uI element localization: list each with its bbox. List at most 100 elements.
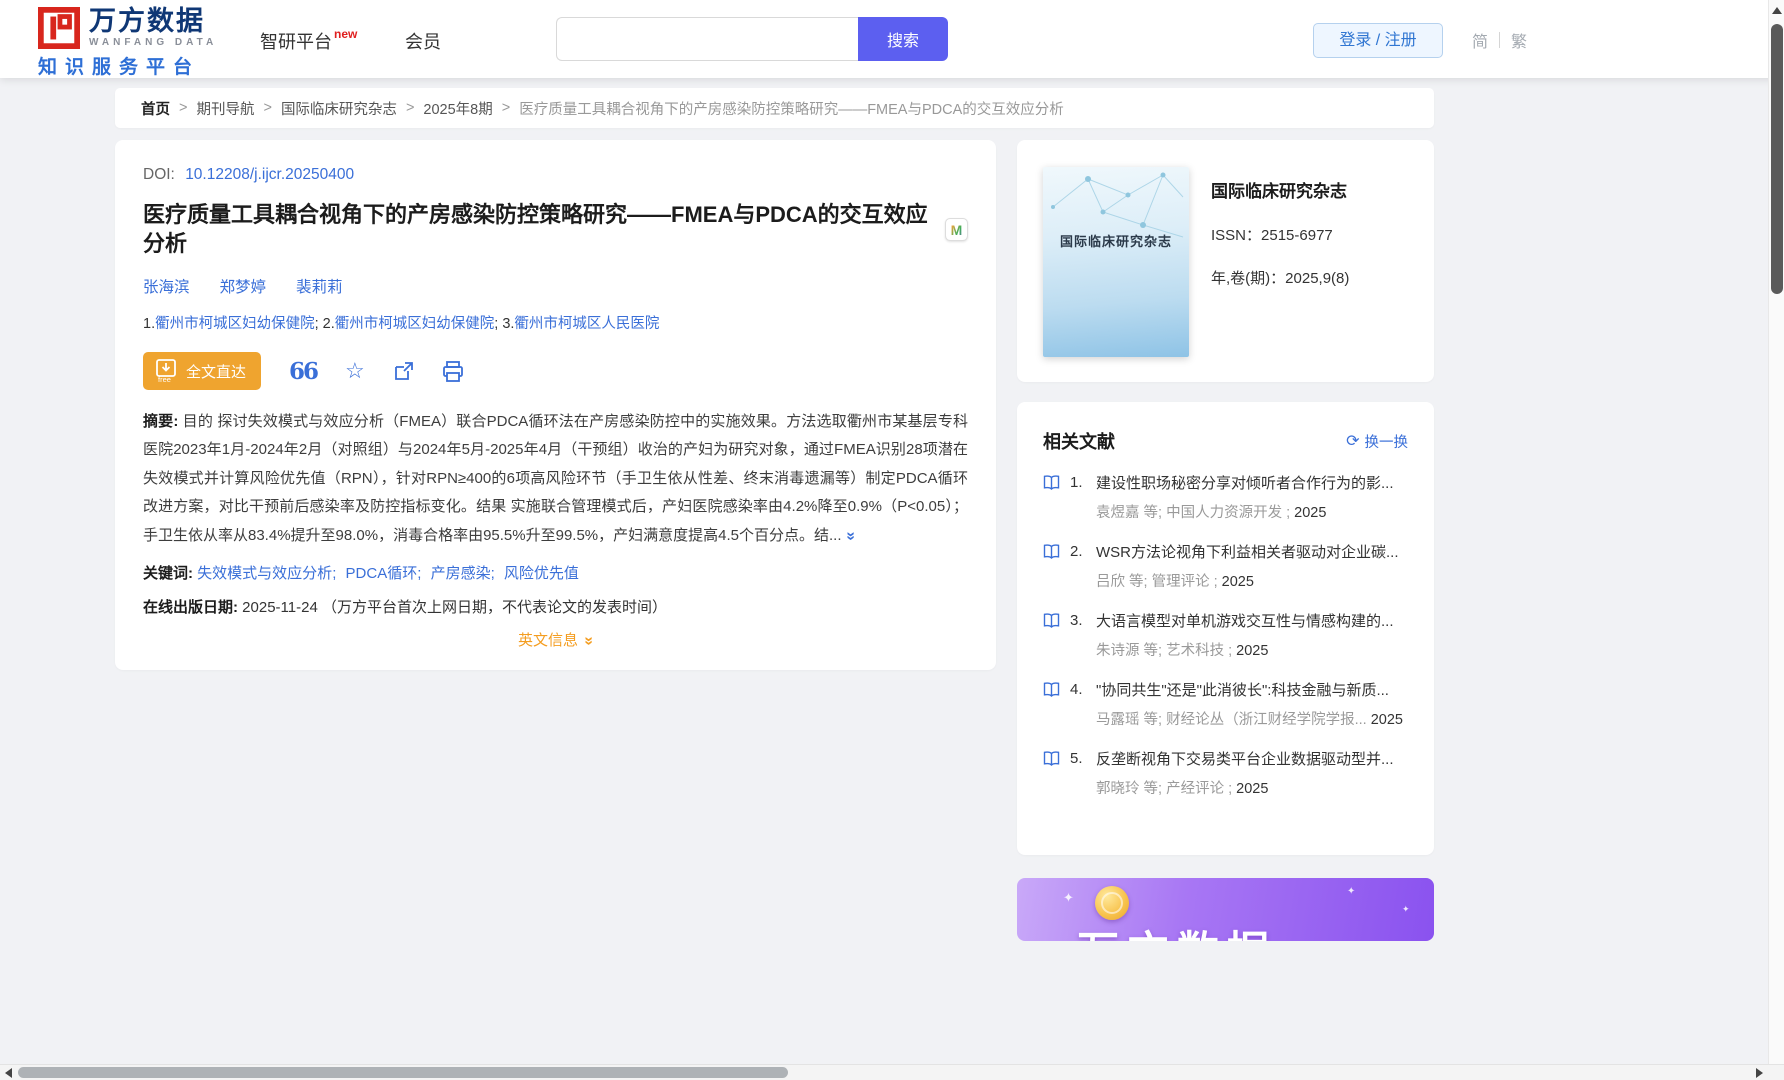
book-icon [1043, 751, 1060, 766]
lang-traditional[interactable]: 繁 [1511, 28, 1527, 52]
sparkle-icon: ✦ [1347, 886, 1356, 897]
keywords-label: 关键词: [143, 565, 193, 583]
book-icon [1043, 613, 1060, 628]
language-switch: 简 繁 [1472, 28, 1527, 52]
list-item: 5. 反垄断视角下交易类平台企业数据驱动型并... 郭晓玲 等; 产经评论 ; … [1043, 748, 1408, 802]
coin-icon [1095, 886, 1129, 920]
login-register-button[interactable]: 登录 / 注册 [1313, 23, 1443, 58]
english-info-expand-icon: » [580, 636, 598, 646]
affiliation-index: 3. [502, 316, 515, 333]
list-item: 2. WSR方法论视角下利益相关者驱动对企业碳... 吕欣 等; 管理评论 ; … [1043, 541, 1408, 595]
search-button[interactable]: 搜索 [858, 17, 948, 61]
breadcrumb-journal-nav[interactable]: 期刊导航 [196, 98, 254, 119]
author-link[interactable]: 郑梦婷 [220, 275, 267, 297]
share-export-icon[interactable] [393, 361, 414, 382]
book-icon [1043, 682, 1060, 697]
online-date-label: 在线出版日期: [143, 599, 238, 617]
related-title: 相关文献 [1043, 432, 1115, 452]
horizontal-scroll-thumb[interactable] [18, 1067, 788, 1078]
vertical-scroll-thumb[interactable] [1771, 24, 1783, 294]
related-article-link[interactable]: 反垄断视角下交易类平台企业数据驱动型并... [1096, 748, 1408, 769]
doi-link[interactable]: 10.12208/j.ijcr.20250400 [185, 166, 354, 183]
site-logo[interactable]: 万方数据 WANFANG DATA 知识服务平台 [38, 7, 217, 79]
refresh-icon: ⟳ [1346, 433, 1360, 450]
breadcrumb-home[interactable]: 首页 [141, 98, 170, 119]
journal-volume: 年,卷(期)：2025,9(8) [1211, 270, 1350, 287]
sparkle-icon: ✦ [1402, 904, 1410, 914]
related-article-link[interactable]: 建设性职场秘密分享对倾听者合作行为的影... [1096, 472, 1408, 493]
keyword-link[interactable]: 失效模式与效应分析 [197, 565, 332, 582]
online-date-note: （万方平台首次上网日期，不代表论文的发表时间） [321, 599, 667, 617]
related-article-meta: 马露瑶 等; 财经论丛（浙江财经学院学报... 2025 [1096, 711, 1403, 728]
breadcrumb-issue[interactable]: 2025年8期 [423, 98, 492, 119]
breadcrumb-separator: > [405, 100, 415, 116]
affiliation-separator: ; [314, 316, 323, 333]
site-header: 万方数据 WANFANG DATA 知识服务平台 智研平台 new 会员 搜索 登… [0, 0, 1784, 78]
refresh-related-button[interactable]: ⟳ 换一换 [1346, 431, 1408, 452]
cite-quote-icon[interactable]: 66 [289, 360, 319, 383]
scroll-left-arrow[interactable] [5, 1068, 12, 1078]
brand-name-en: WANFANG DATA [89, 37, 218, 48]
abstract-label: 摘要: [143, 413, 179, 431]
favorite-star-icon[interactable]: ☆ [345, 360, 365, 382]
affiliation-link[interactable]: 衢州市柯城区人民医院 [514, 316, 659, 332]
keyword-separator: ; [332, 565, 337, 583]
scroll-right-arrow[interactable] [1756, 1068, 1763, 1078]
related-article-meta: 朱诗源 等; 艺术科技 ; 2025 [1096, 642, 1269, 659]
book-icon [1043, 475, 1060, 490]
affiliation-link[interactable]: 衢州市柯城区妇幼保健院 [155, 316, 315, 332]
scroll-up-arrow[interactable] [1772, 7, 1782, 14]
print-icon[interactable] [442, 360, 464, 382]
sparkle-icon: ✦ [1063, 890, 1074, 905]
item-number: 1. [1070, 474, 1083, 491]
related-article-link[interactable]: "协同共生"还是"此消彼长":科技金融与新质... [1096, 679, 1408, 700]
page-title: 医疗质量工具耦合视角下的产房感染防控策略研究——FMEA与PDCA的交互效应分析 [143, 202, 928, 256]
promo-banner[interactable]: ✦ ✦ ✦ 万方数据 [1017, 878, 1434, 941]
related-article-meta: 吕欣 等; 管理评论 ; 2025 [1096, 573, 1254, 590]
keyword-separator: ; [417, 565, 422, 583]
abstract-expand-icon[interactable]: » [835, 532, 865, 541]
affiliations-row: 1.衢州市柯城区妇幼保健院; 2.衢州市柯城区妇幼保健院; 3.衢州市柯城区人民… [143, 312, 968, 333]
cover-network-decoration [1051, 172, 1184, 238]
journal-name[interactable]: 国际临床研究杂志 [1211, 177, 1349, 202]
nav-item-member[interactable]: 会员 [405, 28, 441, 54]
breadcrumb: 首页 > 期刊导航 > 国际临床研究杂志 > 2025年8期 > 医疗质量工具耦… [115, 88, 1434, 128]
online-date-row: 在线出版日期: 2025-11-24 （万方平台首次上网日期，不代表论文的发表时… [143, 596, 968, 617]
item-number: 5. [1070, 749, 1083, 767]
online-date-value: 2025-11-24 [242, 599, 318, 617]
journal-cover[interactable]: 国际临床研究杂志 [1043, 167, 1189, 357]
journal-card: 国际临床研究杂志 国际临床研究杂志 ISSN：2515-6977 年,卷(期)：… [1017, 140, 1434, 382]
keyword-link[interactable]: 产房感染 [431, 565, 491, 582]
affiliation-link[interactable]: 衢州市柯城区妇幼保健院 [335, 316, 495, 332]
vertical-scrollbar[interactable] [1768, 0, 1784, 1064]
list-item: 1. 建设性职场秘密分享对倾听者合作行为的影... 袁煜嘉 等; 中国人力资源开… [1043, 472, 1408, 526]
fulltext-download-icon: free [156, 359, 176, 383]
affiliation-index: 1. [143, 316, 156, 333]
author-link[interactable]: 裴莉莉 [296, 275, 343, 297]
brand-tagline: 知识服务平台 [38, 57, 201, 78]
lang-divider [1499, 32, 1501, 48]
doi-label: DOI: [143, 166, 175, 183]
related-article-link[interactable]: 大语言模型对单机游戏交互性与情感构建的... [1096, 610, 1408, 631]
lang-simplified[interactable]: 简 [1472, 28, 1488, 52]
author-link[interactable]: 张海滨 [143, 275, 190, 297]
cover-title: 国际临床研究杂志 [1059, 234, 1172, 249]
abstract-text: 目的 探讨失效模式与效应分析（FMEA）联合PDCA循环法在产房感染防控中的实施… [143, 413, 969, 544]
list-item: 4. "协同共生"还是"此消彼长":科技金融与新质... 马露瑶 等; 财经论丛… [1043, 679, 1408, 733]
keyword-separator: ; [490, 565, 495, 583]
fulltext-button[interactable]: free 全文直达 [143, 352, 262, 391]
nav-item-zhiyan[interactable]: 智研平台 new [260, 27, 358, 54]
abstract-paragraph: 摘要: 目的 探讨失效模式与效应分析（FMEA）联合PDCA循环法在产房感染防控… [143, 408, 968, 551]
journal-issn: ISSN：2515-6977 [1211, 227, 1333, 244]
related-article-link[interactable]: WSR方法论视角下利益相关者驱动对企业碳... [1096, 541, 1408, 562]
breadcrumb-journal[interactable]: 国际临床研究杂志 [281, 98, 397, 119]
new-badge: new [334, 27, 358, 41]
english-info-toggle[interactable]: 英文信息» [143, 629, 968, 650]
horizontal-scrollbar[interactable] [0, 1064, 1784, 1080]
keyword-link[interactable]: PDCA循环 [346, 565, 418, 582]
search-input[interactable] [556, 17, 858, 61]
book-icon [1043, 544, 1060, 559]
keyword-link[interactable]: 风险优先值 [504, 565, 579, 582]
breadcrumb-current: 医疗质量工具耦合视角下的产房感染防控策略研究——FMEA与PDCA的交互效应分析 [519, 101, 1064, 118]
medsci-badge-icon[interactable]: M [945, 218, 968, 242]
